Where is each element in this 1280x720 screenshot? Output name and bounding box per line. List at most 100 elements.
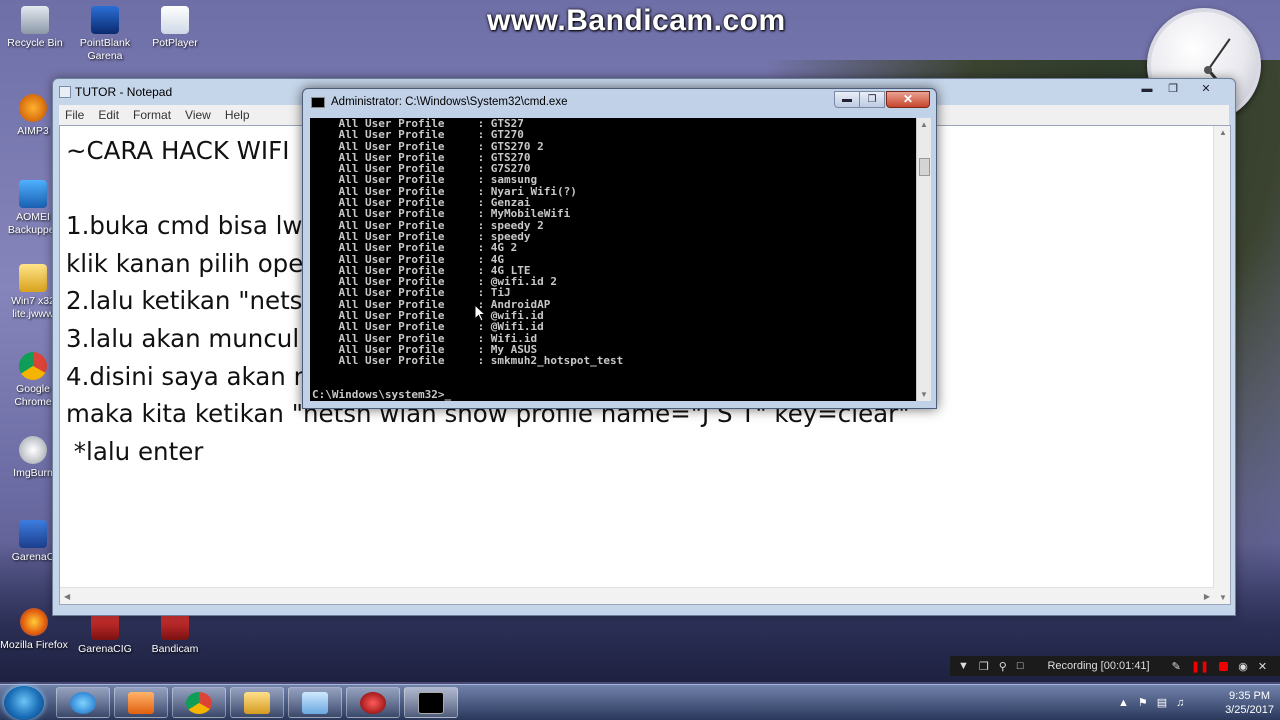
recording-status: Recording [00:01:41] [1047, 660, 1150, 672]
text-line: *lalu enter [66, 436, 204, 466]
mouse-cursor-icon [474, 304, 486, 322]
menu-view[interactable]: View [185, 108, 211, 122]
clock-minute-hand [1207, 38, 1231, 71]
bandicam-recording-bar: ▼ ❐ ⚲ □ Recording [00:01:41] ✎ ❚❚ ◉ ✕ [950, 656, 1280, 676]
aimp-icon [19, 94, 47, 122]
desktop-icon-label: Bandicam [151, 643, 199, 655]
tray-time: 9:35 PM [1229, 690, 1271, 702]
desktop-icon-bandicam[interactable]: Bandicam [140, 612, 210, 656]
taskbar-bandicam[interactable] [346, 687, 400, 718]
folder-icon [244, 692, 270, 714]
cmd-output: All User Profile : GTS27 All User Profil… [312, 118, 623, 367]
desktop-icon-garenacig[interactable]: GarenaCIG [70, 612, 140, 656]
iso-file-icon [19, 264, 47, 292]
start-button[interactable] [4, 686, 44, 720]
cmd-maximize-button[interactable]: ❐ [859, 91, 885, 108]
desktop-icon-label: PointBlank Garena [79, 37, 131, 62]
cmd-profile-line: All User Profile : @Wifi.id [312, 320, 544, 334]
close-icon[interactable]: ✕ [1258, 660, 1267, 673]
desktop-icon-label: Recycle Bin [7, 37, 63, 49]
notepad-maximize-button[interactable]: ❐ [1161, 81, 1185, 97]
scroll-up-icon[interactable]: ▲ [920, 120, 928, 129]
internet-explorer-icon [70, 692, 96, 714]
bandicam-icon [161, 612, 189, 640]
taskbar-chrome[interactable] [172, 687, 226, 718]
tray-clock[interactable]: 9:35 PM 3/25/2017 [1225, 685, 1274, 720]
window-mode-icon[interactable]: ❐ [979, 660, 989, 673]
chrome-icon [19, 352, 47, 380]
scroll-right-icon[interactable]: ▶ [1204, 592, 1210, 601]
chrome-icon [186, 692, 212, 714]
cmd-profile-line: All User Profile : 4G 2 [312, 241, 518, 255]
volume-icon[interactable]: ♫ [1176, 697, 1193, 709]
cmd-icon [418, 692, 444, 714]
desktop-icon-label: AOMEI Backupper [7, 211, 59, 236]
cmd-prompt: C:\Windows\system32>_ [312, 388, 452, 401]
bandicam-icon [360, 692, 386, 714]
recycle-bin-icon [21, 6, 49, 34]
pause-icon[interactable]: ❚❚ [1191, 660, 1209, 673]
scroll-left-icon[interactable]: ◀ [64, 592, 70, 601]
cmd-scroll-thumb[interactable] [919, 158, 930, 176]
notepad-vertical-scrollbar[interactable]: ▲ ▼ [1213, 126, 1230, 604]
notepad-close-button[interactable]: ✕ [1191, 81, 1221, 97]
menu-file[interactable]: File [65, 108, 84, 122]
potplayer-icon [161, 6, 189, 34]
taskbar-cmd[interactable] [404, 687, 458, 718]
taskbar-notepad[interactable] [288, 687, 342, 718]
cmd-close-button[interactable]: ✕ [886, 91, 930, 108]
garena-icon [19, 520, 47, 548]
desktop-icon-label: PotPlayer [152, 37, 198, 49]
network-icon[interactable]: ▤ [1157, 697, 1176, 709]
desktop-icon-label: GarenaCIG [78, 643, 132, 655]
chevron-down-icon[interactable]: ▼ [958, 660, 969, 672]
cmd-window: Administrator: C:\Windows\System32\cmd.e… [302, 88, 937, 409]
flag-icon[interactable]: ⚑ [1138, 697, 1157, 709]
cmd-profile-line: All User Profile : smkmuh2_hotspot_test [312, 354, 624, 368]
camera-icon[interactable]: ◉ [1238, 660, 1248, 673]
menu-help[interactable]: Help [225, 108, 250, 122]
notepad-title: TUTOR - Notepad [75, 85, 173, 99]
notepad-minimize-button[interactable]: ▬ [1135, 81, 1159, 97]
desktop-icon-label: ImgBurn [13, 467, 53, 479]
cmd-console[interactable]: All User Profile : GTS27 All User Profil… [310, 118, 916, 401]
notepad-icon [59, 86, 71, 98]
scroll-down-icon[interactable]: ▼ [1219, 593, 1227, 602]
notepad-horizontal-scrollbar[interactable]: ◀ ▶ [60, 587, 1214, 604]
cmd-profile-line: All User Profile : GT270 [312, 128, 524, 142]
magnifier-icon[interactable]: ⚲ [999, 660, 1007, 673]
desktop-icon-potplayer[interactable]: PotPlayer [140, 6, 210, 50]
cmd-scrollbar[interactable]: ▲ ▼ [916, 118, 931, 401]
pencil-icon[interactable]: ✎ [1172, 660, 1181, 673]
desktop-icon-label: Google Chrome [14, 383, 52, 408]
menu-edit[interactable]: Edit [98, 108, 119, 122]
scroll-up-icon[interactable]: ▲ [1219, 128, 1227, 137]
desktop-icon-pointblank[interactable]: PointBlank Garena [70, 6, 140, 63]
taskbar-explorer[interactable] [230, 687, 284, 718]
taskbar: ▲⚑▤♫ 9:35 PM 3/25/2017 [0, 684, 1280, 720]
pointblank-icon [91, 6, 119, 34]
clock-center [1204, 66, 1212, 74]
notepad-icon [302, 692, 328, 714]
scroll-down-icon[interactable]: ▼ [920, 390, 928, 399]
desktop-icon-recycle-bin[interactable]: Recycle Bin [0, 6, 70, 50]
taskbar-ie[interactable] [56, 687, 110, 718]
bandicam-watermark: www.Bandicam.com [487, 4, 786, 37]
stop-icon[interactable] [1219, 661, 1229, 671]
region-icon[interactable]: □ [1017, 660, 1024, 672]
desktop-icon-label: Mozilla Firefox [0, 639, 68, 651]
cmd-title: Administrator: C:\Windows\System32\cmd.e… [331, 96, 568, 108]
imgburn-icon [19, 436, 47, 464]
desktop-icon-label: Win7 x32 lite.jwww [11, 295, 55, 320]
tray-date: 3/25/2017 [1225, 704, 1274, 716]
cmd-icon [311, 97, 325, 108]
media-player-icon [128, 692, 154, 714]
chevron-up-icon[interactable]: ▲ [1118, 697, 1138, 709]
menu-format[interactable]: Format [133, 108, 171, 122]
cmd-minimize-button[interactable]: ▬ [834, 91, 860, 108]
taskbar-media[interactable] [114, 687, 168, 718]
desktop-icon-label: AIMP3 [17, 125, 49, 137]
desktop-icon-label: GarenaC [11, 551, 55, 563]
garenacig-icon [91, 612, 119, 640]
aomei-icon [19, 180, 47, 208]
